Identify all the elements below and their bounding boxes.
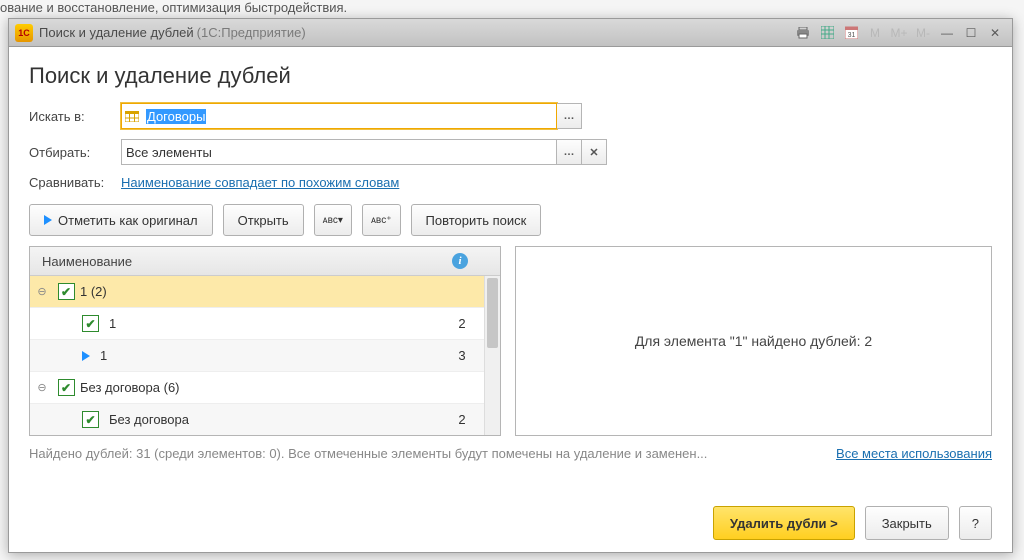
- row-value: 3: [439, 348, 485, 363]
- filter-value: Все элементы: [122, 145, 556, 160]
- grid-icon[interactable]: [816, 23, 838, 43]
- row-label: 1: [90, 348, 439, 363]
- dialog-window: 1C Поиск и удаление дублей (1С:Предприят…: [8, 18, 1013, 553]
- duplicates-tree: Наименование i ⊖✔1 (2)✔1213⊖✔Без договор…: [29, 246, 501, 436]
- page-title: Поиск и удаление дублей: [29, 63, 992, 89]
- filter-clear-button[interactable]: ✕: [582, 139, 607, 165]
- calendar-icon[interactable]: 31: [840, 23, 862, 43]
- search-in-value: Договоры: [146, 109, 206, 124]
- memory-mplus-button: M+: [888, 23, 910, 43]
- all-usages-link[interactable]: Все места использования: [836, 446, 992, 461]
- row-marker[interactable]: ✔: [54, 315, 99, 332]
- svg-text:31: 31: [847, 32, 855, 39]
- table-icon: [122, 111, 142, 122]
- close-dialog-button[interactable]: Закрыть: [865, 506, 949, 540]
- arrow-right-icon: [82, 351, 90, 361]
- arrow-right-icon: [44, 215, 52, 225]
- window-title: Поиск и удаление дублей: [39, 25, 194, 40]
- row-value: 2: [439, 412, 485, 427]
- abc-plus-icon: ᴀʙᴄ⁺: [371, 215, 392, 226]
- tree-scrollbar[interactable]: [484, 276, 500, 435]
- row-label: 1 (2): [78, 284, 439, 299]
- case-tool-2-button[interactable]: ᴀʙᴄ⁺: [362, 204, 401, 236]
- row-label: Без договора (6): [78, 380, 439, 395]
- row-checkbox[interactable]: ✔: [54, 283, 78, 300]
- tree-row[interactable]: ⊖✔Без договора (6): [30, 372, 500, 404]
- compare-link[interactable]: Наименование совпадает по похожим словам: [121, 175, 399, 190]
- row-label: Без договора: [99, 412, 439, 427]
- row-marker[interactable]: ✔: [54, 411, 99, 428]
- tree-row[interactable]: ✔Без договора2: [30, 404, 500, 435]
- tree-row[interactable]: ⊖✔1 (2): [30, 276, 500, 308]
- tree-header: Наименование i: [30, 247, 500, 276]
- delete-duplicates-button[interactable]: Удалить дубли >: [713, 506, 855, 540]
- row-checkbox[interactable]: ✔: [54, 379, 78, 396]
- app-logo-icon: 1C: [15, 24, 33, 42]
- window-subtitle: (1С:Предприятие): [197, 25, 306, 40]
- info-icon: i: [452, 253, 468, 269]
- row-value: 2: [439, 316, 485, 331]
- compare-label: Сравнивать:: [29, 175, 121, 190]
- memory-mminus-button: M-: [912, 23, 934, 43]
- scrollbar-thumb[interactable]: [487, 278, 498, 348]
- open-button[interactable]: Открыть: [223, 204, 304, 236]
- filter-label: Отбирать:: [29, 145, 121, 160]
- abc-icon: ᴀʙᴄ▾: [323, 215, 343, 226]
- repeat-search-button[interactable]: Повторить поиск: [411, 204, 542, 236]
- search-in-field[interactable]: Договоры: [121, 103, 557, 129]
- tree-row[interactable]: 13: [30, 340, 500, 372]
- filter-choose-button[interactable]: …: [557, 139, 582, 165]
- help-button[interactable]: ?: [959, 506, 992, 540]
- check-icon: ✔: [82, 411, 99, 428]
- maximize-button[interactable]: ☐: [960, 23, 982, 43]
- tree-row[interactable]: ✔12: [30, 308, 500, 340]
- search-in-choose-button[interactable]: …: [557, 103, 582, 129]
- col-name-header[interactable]: Наименование: [30, 254, 435, 269]
- titlebar: 1C Поиск и удаление дублей (1С:Предприят…: [9, 19, 1012, 47]
- preview-panel: Для элемента "1" найдено дублей: 2: [515, 246, 992, 436]
- check-icon: ✔: [82, 315, 99, 332]
- row-label: 1: [99, 316, 439, 331]
- expand-toggle[interactable]: ⊖: [30, 381, 54, 394]
- status-text: Найдено дублей: 31 (среди элементов: 0).…: [29, 446, 707, 461]
- filter-field[interactable]: Все элементы: [121, 139, 557, 165]
- expand-toggle[interactable]: ⊖: [30, 285, 54, 298]
- case-tool-1-button[interactable]: ᴀʙᴄ▾: [314, 204, 352, 236]
- minimize-button[interactable]: —: [936, 23, 958, 43]
- close-button[interactable]: ✕: [984, 23, 1006, 43]
- search-in-label: Искать в:: [29, 109, 121, 124]
- mark-original-label: Отметить как оригинал: [58, 213, 198, 228]
- mark-original-button[interactable]: Отметить как оригинал: [29, 204, 213, 236]
- print-icon[interactable]: [792, 23, 814, 43]
- col-info-header[interactable]: i: [435, 253, 485, 269]
- row-marker[interactable]: [54, 351, 90, 361]
- memory-m-button: M: [864, 23, 886, 43]
